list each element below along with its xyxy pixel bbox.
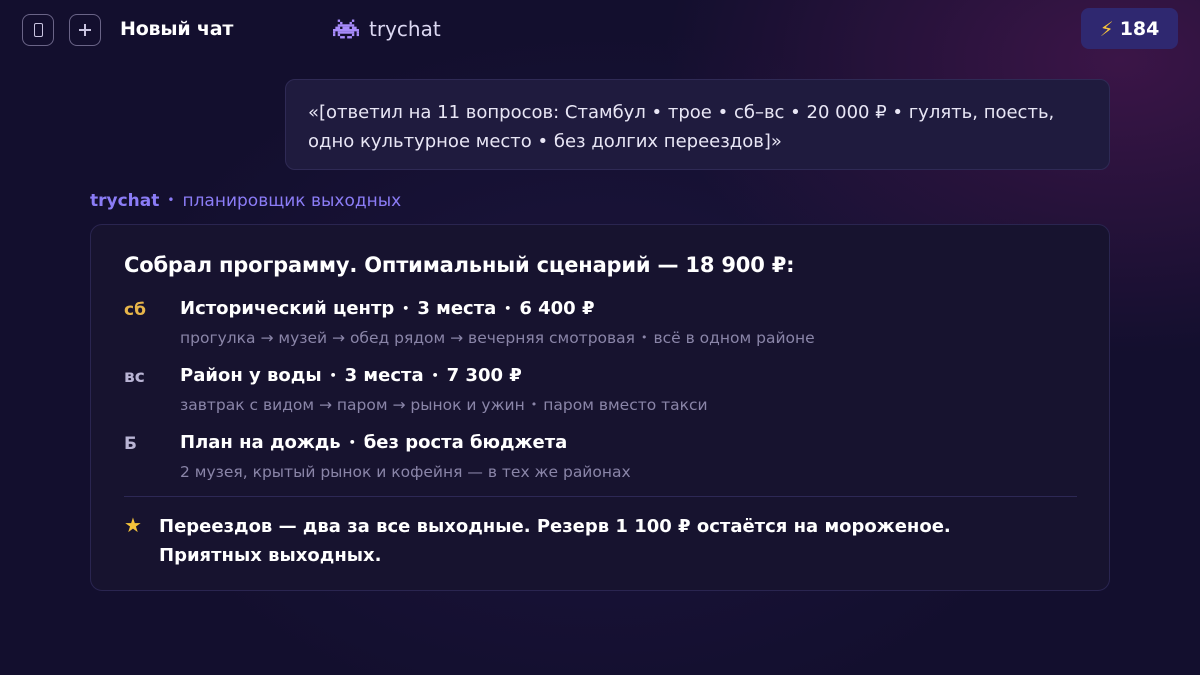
- separator-dot: •: [402, 302, 410, 315]
- day-tag: Б: [124, 434, 137, 454]
- new-chat-button[interactable]: [69, 14, 101, 46]
- separator-dot: •: [329, 369, 337, 382]
- day-route: завтрак с видом → паром → рынок и ужин: [180, 396, 525, 414]
- bot-header: trychat • планировщик выходных: [90, 191, 401, 211]
- separator-dot: •: [504, 302, 512, 315]
- day-cost: 6 400 ₽: [519, 298, 595, 319]
- separator-dot: •: [640, 331, 648, 344]
- day-details: прогулка → музей → обед рядом → вечерняя…: [180, 329, 815, 347]
- day-title: Район у воды • 3 места • 7 300 ₽: [180, 365, 522, 386]
- sidebar-toggle-button[interactable]: [22, 14, 54, 46]
- bot-name: trychat: [90, 191, 160, 211]
- user-message-text: «[ответил на 11 вопросов: Стамбул • трое…: [308, 102, 1055, 152]
- plan-card: Собрал программу. Оптимальный сценарий —…: [90, 224, 1110, 591]
- top-bar: Новый чат trychat ⚡ 184: [0, 0, 1200, 60]
- day-name: Исторический центр: [180, 298, 395, 319]
- brand-name: trychat: [369, 17, 441, 41]
- energy-balance-button[interactable]: ⚡ 184: [1081, 8, 1178, 49]
- day-title: Исторический центр • 3 места • 6 400 ₽: [180, 298, 594, 319]
- summary-text: Переездов — два за все выходные. Резерв …: [159, 516, 951, 566]
- separator-dot: •: [167, 193, 175, 207]
- separator-dot: •: [348, 436, 356, 449]
- day-note: всё в одном районе: [653, 329, 815, 347]
- user-message: «[ответил на 11 вопросов: Стамбул • трое…: [285, 79, 1110, 170]
- separator-dot: •: [431, 369, 439, 382]
- day-places: 3 места: [344, 365, 424, 386]
- plus-icon: [79, 24, 91, 36]
- day-route: 2 музея, крытый рынок и кофейня — в тех …: [180, 463, 631, 481]
- divider: [124, 496, 1077, 497]
- day-name: Район у воды: [180, 365, 322, 386]
- lightning-icon: ⚡: [1099, 16, 1114, 41]
- brand: trychat: [333, 17, 441, 41]
- day-places: 3 места: [417, 298, 497, 319]
- day-cost: 7 300 ₽: [446, 365, 522, 386]
- day-details: 2 музея, крытый рынок и кофейня — в тех …: [180, 463, 631, 481]
- day-note: паром вместо такси: [543, 396, 708, 414]
- day-route: прогулка → музей → обед рядом → вечерняя…: [180, 329, 635, 347]
- separator-dot: •: [530, 398, 538, 411]
- bot-role: планировщик выходных: [182, 191, 402, 211]
- sidebar-icon: [33, 23, 43, 37]
- space-invader-icon: [333, 19, 359, 39]
- day-tag: вс: [124, 367, 145, 387]
- chat-title: Новый чат: [120, 18, 234, 40]
- energy-count: 184: [1119, 17, 1160, 40]
- day-tag: сб: [124, 300, 146, 320]
- plan-title: Собрал программу. Оптимальный сценарий —…: [124, 253, 795, 277]
- day-places: без роста бюджета: [363, 432, 568, 453]
- day-title: План на дождь • без роста бюджета: [180, 432, 567, 453]
- star-icon: ★: [124, 513, 142, 537]
- day-details: завтрак с видом → паром → рынок и ужин • п…: [180, 396, 708, 414]
- day-name: План на дождь: [180, 432, 341, 453]
